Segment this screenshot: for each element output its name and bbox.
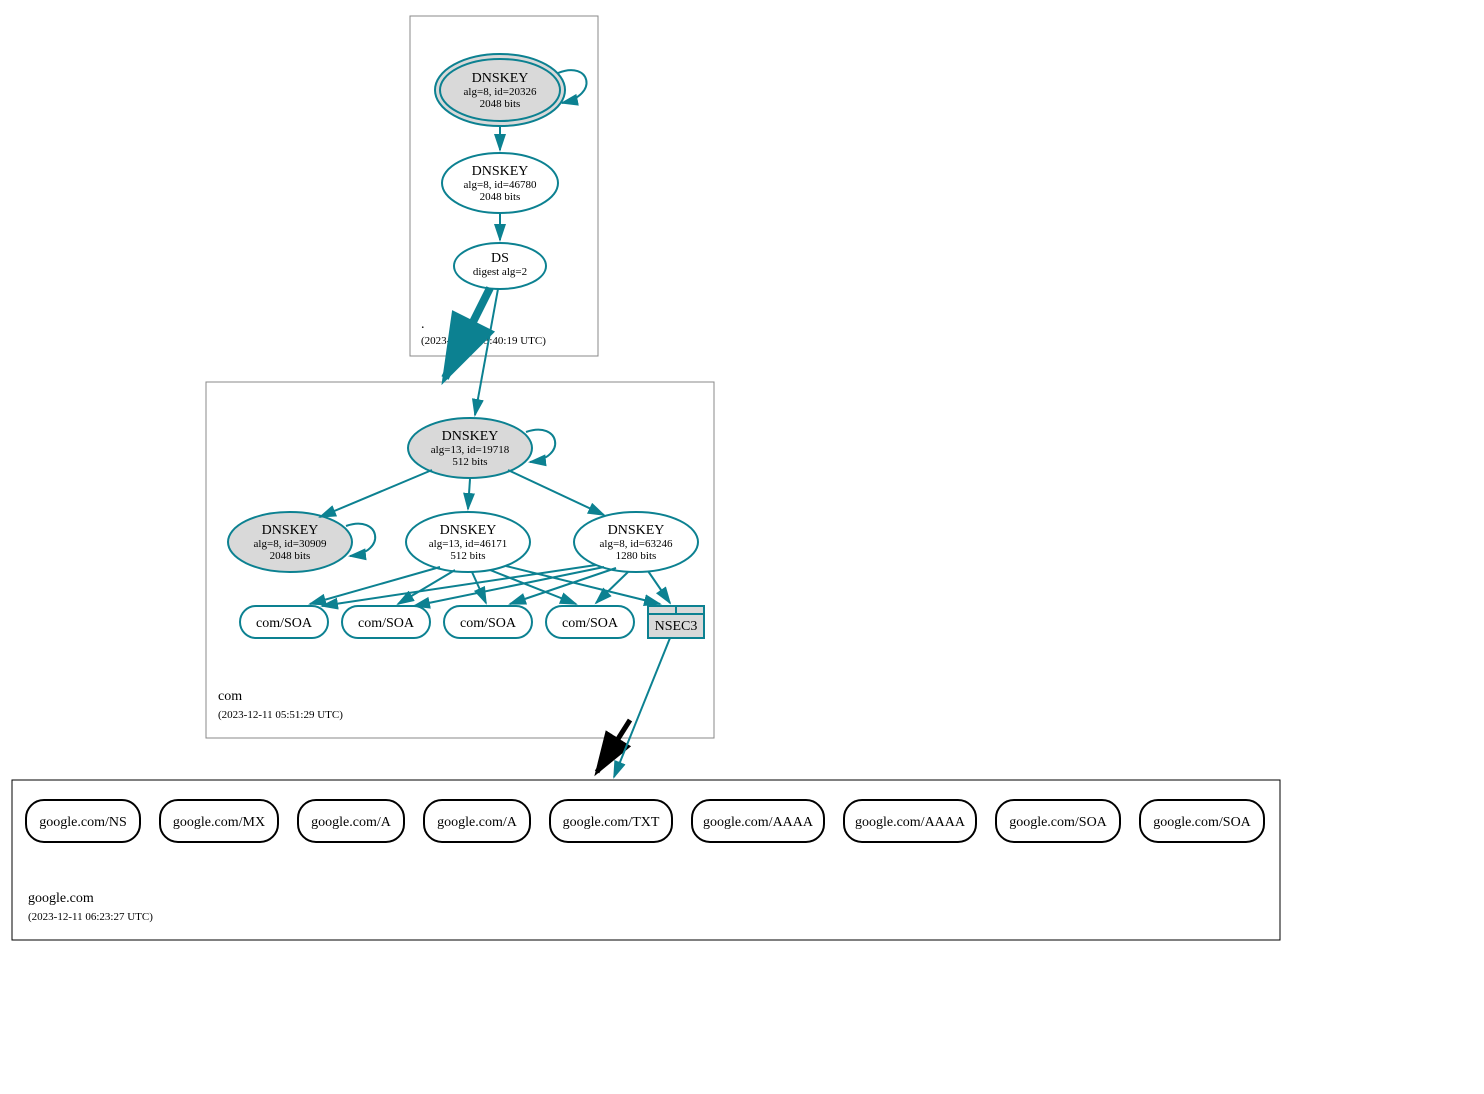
edge-nsec3-to-google-thick <box>597 720 630 772</box>
svg-text:com/SOA: com/SOA <box>562 616 619 631</box>
edge-nsec3-to-google <box>614 638 670 777</box>
svg-text:NSEC3: NSEC3 <box>655 619 698 634</box>
node-com-soa-3: com/SOA <box>444 606 532 638</box>
e-c4-nsec3 <box>648 571 670 603</box>
e-c4-soa4 <box>596 572 628 603</box>
svg-text:google.com/AAAA: google.com/AAAA <box>855 815 966 830</box>
svg-text:alg=8, id=63246: alg=8, id=63246 <box>600 538 673 550</box>
node-google-mx: google.com/MX <box>160 800 278 842</box>
node-com-soa-2: com/SOA <box>342 606 430 638</box>
svg-text:DNSKEY: DNSKEY <box>262 523 319 538</box>
dnssec-chain-diagram: . (2023-12-11 03:40:19 UTC) DNSKEY alg=8… <box>0 0 1484 1094</box>
svg-text:2048 bits: 2048 bits <box>270 550 311 562</box>
node-google-a-2: google.com/A <box>424 800 530 842</box>
e-c3-soa3 <box>472 572 486 603</box>
svg-text:google.com/SOA: google.com/SOA <box>1153 815 1251 830</box>
svg-text:2048 bits: 2048 bits <box>480 98 521 110</box>
svg-text:512 bits: 512 bits <box>452 456 487 468</box>
node-dnskey-com-ksk: DNSKEY alg=13, id=19718 512 bits <box>408 418 532 478</box>
svg-text:google.com/NS: google.com/NS <box>39 815 127 830</box>
zone-com-name: com <box>218 689 242 704</box>
svg-text:DNSKEY: DNSKEY <box>472 164 529 179</box>
svg-text:DS: DS <box>491 251 509 266</box>
svg-text:2048 bits: 2048 bits <box>480 191 521 203</box>
svg-text:DNSKEY: DNSKEY <box>440 523 497 538</box>
node-google-soa-2: google.com/SOA <box>1140 800 1264 842</box>
edge-c1-c4 <box>508 470 604 515</box>
node-google-aaaa-2: google.com/AAAA <box>844 800 976 842</box>
svg-text:DNSKEY: DNSKEY <box>442 429 499 444</box>
svg-text:google.com/MX: google.com/MX <box>173 815 265 830</box>
svg-text:google.com/A: google.com/A <box>437 815 518 830</box>
svg-text:alg=13, id=19718: alg=13, id=19718 <box>431 444 510 456</box>
zone-root-ts: (2023-12-11 03:40:19 UTC) <box>421 335 546 347</box>
node-google-aaaa-1: google.com/AAAA <box>692 800 824 842</box>
edge-c1-c2 <box>320 470 432 517</box>
node-google-soa-1: google.com/SOA <box>996 800 1120 842</box>
e-c4-soa2 <box>414 567 604 606</box>
svg-text:com/SOA: com/SOA <box>256 616 313 631</box>
node-dnskey-com-63246: DNSKEY alg=8, id=63246 1280 bits <box>574 512 698 572</box>
svg-text:alg=8, id=46780: alg=8, id=46780 <box>464 179 537 191</box>
node-google-txt: google.com/TXT <box>550 800 672 842</box>
svg-text:alg=8, id=30909: alg=8, id=30909 <box>254 538 327 550</box>
svg-text:alg=8, id=20326: alg=8, id=20326 <box>464 86 537 98</box>
node-dnskey-root-ksk: DNSKEY alg=8, id=20326 2048 bits <box>435 54 565 126</box>
node-google-a-1: google.com/A <box>298 800 404 842</box>
node-ds-root: DS digest alg=2 <box>454 243 546 289</box>
svg-text:digest alg=2: digest alg=2 <box>473 266 527 278</box>
svg-text:alg=13, id=46171: alg=13, id=46171 <box>429 538 507 550</box>
node-nsec3: NSEC3 <box>648 606 704 638</box>
node-dnskey-com-30909: DNSKEY alg=8, id=30909 2048 bits <box>228 512 352 572</box>
node-dnskey-com-46171: DNSKEY alg=13, id=46171 512 bits <box>406 512 530 572</box>
node-com-soa-1: com/SOA <box>240 606 328 638</box>
svg-text:google.com/TXT: google.com/TXT <box>563 815 660 830</box>
node-dnskey-root-zsk: DNSKEY alg=8, id=46780 2048 bits <box>442 153 558 213</box>
zone-root-name: . <box>421 317 425 332</box>
node-google-ns: google.com/NS <box>26 800 140 842</box>
node-com-soa-4: com/SOA <box>546 606 634 638</box>
svg-text:512 bits: 512 bits <box>450 550 485 562</box>
svg-text:DNSKEY: DNSKEY <box>472 71 529 86</box>
svg-text:com/SOA: com/SOA <box>460 616 517 631</box>
svg-text:google.com/SOA: google.com/SOA <box>1009 815 1107 830</box>
svg-text:google.com/A: google.com/A <box>311 815 392 830</box>
svg-text:DNSKEY: DNSKEY <box>608 523 665 538</box>
zone-google-name: google.com <box>28 891 94 906</box>
svg-text:google.com/AAAA: google.com/AAAA <box>703 815 814 830</box>
edge-c1-c3 <box>468 479 470 509</box>
svg-text:1280 bits: 1280 bits <box>616 550 657 562</box>
svg-text:com/SOA: com/SOA <box>358 616 415 631</box>
zone-com-ts: (2023-12-11 05:51:29 UTC) <box>218 709 343 721</box>
zone-google-ts: (2023-12-11 06:23:27 UTC) <box>28 911 153 923</box>
